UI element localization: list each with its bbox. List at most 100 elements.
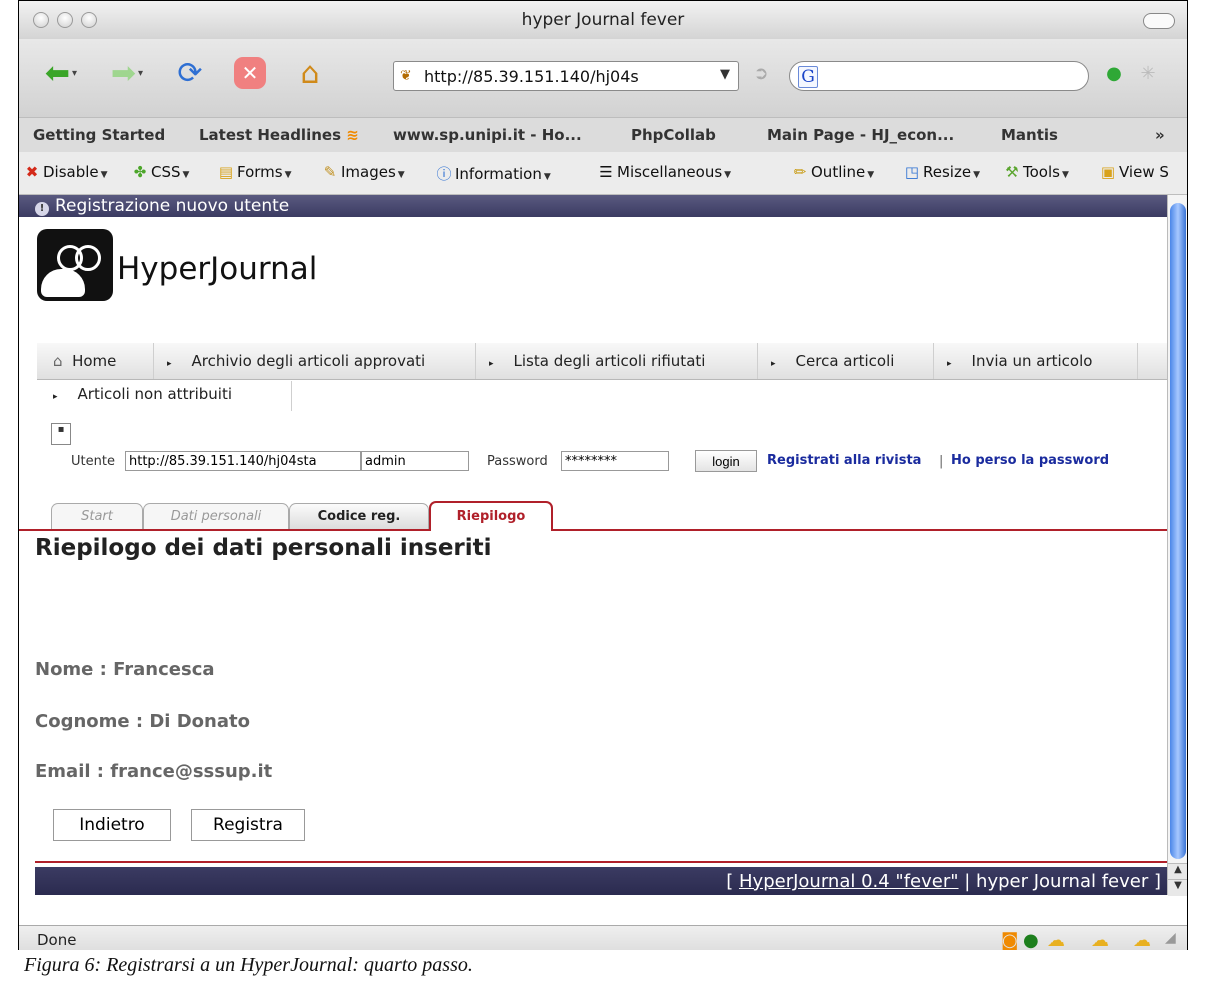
bookmark-sp-unipi[interactable]: www.sp.unipi.it - Ho...: [393, 126, 582, 144]
footer-hyperjournal-link[interactable]: HyperJournal 0.4 "fever": [739, 871, 959, 892]
addon-status-icon[interactable]: ●: [1099, 53, 1129, 93]
search-field[interactable]: G: [789, 61, 1089, 91]
home-icon: ⌂: [300, 55, 320, 91]
devbar-tools-label: Tools: [1023, 163, 1060, 181]
devbar-tools-menu[interactable]: ⚒ Tools ▼: [1003, 163, 1069, 181]
devbar-images-menu[interactable]: ✎ Images ▼: [321, 163, 405, 181]
username-input[interactable]: [361, 451, 469, 471]
user-label: Utente: [71, 454, 115, 469]
summary-email: Email : france@sssup.it: [35, 761, 273, 782]
login-button[interactable]: login: [695, 450, 757, 472]
devbar-images-label: Images: [341, 163, 396, 181]
stop-icon: ✕: [234, 57, 266, 89]
status-bar: Done ◙ ● ☁ ☁ ☁ ◢: [19, 925, 1187, 950]
rss-feed-icon: ≋: [341, 126, 359, 144]
site-brand-name: HyperJournal: [117, 251, 318, 287]
menu-item-rifiutati-label: Lista degli articoli rifiutati: [513, 352, 706, 370]
menu-item-non-attribuiti[interactable]: ▸ Articoli non attribuiti: [53, 385, 232, 403]
address-bar[interactable]: ❦ http://85.39.151.140/hj04s ▼: [393, 61, 739, 91]
reload-button[interactable]: ⟳: [165, 53, 215, 93]
lost-password-link[interactable]: Ho perso la password: [951, 453, 1109, 468]
rss-feed-icon[interactable]: ◙: [1001, 930, 1018, 950]
devbar-outline-menu[interactable]: ✏ Outline ▼: [791, 163, 874, 181]
devbar-miscellaneous-menu[interactable]: ☰ Miscellaneous ▼: [597, 163, 731, 181]
web-developer-toolbar: ✖ Disable ▼ ✤ CSS ▼ ▤ Forms ▼ ✎ Images ▼ ⓘ Inform…: [19, 152, 1187, 195]
devbar-view-source-menu[interactable]: ▣ View S: [1099, 163, 1169, 181]
page-header-title: Registrazione nuovo utente: [55, 196, 290, 216]
resize-grip-icon[interactable]: ◢: [1165, 930, 1176, 950]
devbar-css-label: CSS: [151, 163, 181, 181]
bookmark-mantis[interactable]: Mantis: [1001, 126, 1058, 144]
registration-steps-tabs: Start Dati personali Codice reg. Riepilo…: [19, 495, 1167, 531]
devbar-disable-menu[interactable]: ✖ Disable ▼: [23, 163, 108, 181]
menu-item-cerca-label: Cerca articoli: [795, 352, 895, 370]
bookmark-getting-started[interactable]: Getting Started: [33, 126, 165, 144]
triangle-right-icon: ▸: [167, 359, 172, 369]
menu-item-cerca[interactable]: ▸ Cerca articoli: [771, 352, 894, 370]
weather-sun-cloud-icon[interactable]: ☁: [1133, 930, 1151, 950]
green-status-icon[interactable]: ●: [1023, 930, 1039, 950]
scroll-down-arrow-icon[interactable]: ▼: [1168, 879, 1187, 896]
bookmark-phpcollab[interactable]: PhpCollab: [631, 126, 716, 144]
triangle-right-icon: ▸: [489, 359, 494, 369]
weather-sun-cloud-icon[interactable]: ☁: [1047, 930, 1065, 950]
site-menu-second-row: ▸ Articoli non attribuiti: [37, 381, 292, 411]
devbar-view-source-label: View S: [1119, 163, 1169, 181]
menu-item-home-label: Home: [72, 352, 117, 370]
menu-item-rifiutati[interactable]: ▸ Lista degli articoli rifiutati: [489, 352, 705, 370]
site-main-menu: ⌂ Home ▸ Archivio degli articoli approvat…: [37, 343, 1167, 380]
link-separator: |: [939, 454, 944, 469]
title-bar: hyper Journal fever: [19, 1, 1187, 40]
tab-dati-personali[interactable]: Dati personali: [143, 503, 289, 529]
devbar-outline-label: Outline: [811, 163, 866, 181]
google-search-engine-icon[interactable]: G: [798, 66, 818, 88]
stop-button[interactable]: ✕: [225, 53, 275, 93]
information-icon: ⓘ: [436, 165, 452, 183]
css-icon: ✤: [133, 163, 147, 181]
disable-icon: ✖: [25, 163, 39, 181]
site-favicon-icon: ❦: [400, 68, 412, 84]
forward-arrow-icon: ➡: [110, 55, 137, 91]
scrollbar-thumb[interactable]: [1170, 203, 1186, 859]
menu-item-invia-label: Invia un articolo: [971, 352, 1093, 370]
bookmarks-overflow-chevron[interactable]: »: [1155, 126, 1165, 144]
devbar-css-menu[interactable]: ✤ CSS ▼: [131, 163, 190, 181]
menu-item-archivio[interactable]: ▸ Archivio degli articoli approvati: [167, 352, 425, 370]
home-button[interactable]: ⌂: [285, 53, 335, 93]
weather-sun-cloud-icon[interactable]: ☁: [1091, 930, 1109, 950]
outline-icon: ✏: [793, 163, 807, 181]
home-page-icon: ⌂: [53, 352, 63, 370]
back-step-button[interactable]: Indietro: [53, 809, 171, 841]
page-footer: [ HyperJournal 0.4 "fever" | hyper Journ…: [35, 867, 1167, 895]
devbar-information-menu[interactable]: ⓘ Information ▼: [435, 163, 550, 184]
bookmark-main-page[interactable]: Main Page - HJ_econ...: [767, 126, 954, 144]
summary-nome: Nome : Francesca: [35, 659, 215, 680]
menu-item-invia[interactable]: ▸ Invia un articolo: [947, 352, 1092, 370]
back-button[interactable]: ⬅ ▾: [33, 53, 89, 93]
openid-input[interactable]: [125, 451, 361, 471]
devbar-resize-label: Resize: [923, 163, 972, 181]
url-history-dropdown-icon[interactable]: ▼: [720, 67, 730, 82]
miscellaneous-icon: ☰: [599, 163, 613, 181]
tab-riepilogo[interactable]: Riepilogo: [429, 501, 553, 531]
register-button[interactable]: Registra: [191, 809, 305, 841]
devbar-forms-label: Forms: [237, 163, 283, 181]
scroll-up-arrow-icon[interactable]: ▲: [1168, 863, 1187, 880]
go-button[interactable]: ➲: [747, 53, 775, 93]
tab-start[interactable]: Start: [51, 503, 143, 529]
forward-button[interactable]: ➡ ▾: [99, 53, 155, 93]
page-content: ! Registrazione nuovo utente HyperJournal…: [19, 195, 1167, 895]
menu-item-home[interactable]: ⌂ Home: [53, 352, 116, 370]
menu-item-non-attribuiti-label: Articoli non attribuiti: [77, 385, 233, 403]
vertical-scrollbar[interactable]: ▲ ▼: [1167, 195, 1187, 896]
footer-open-bracket: [: [726, 871, 734, 892]
reload-icon: ⟳: [177, 55, 203, 91]
tab-codice-reg[interactable]: Codice reg.: [289, 503, 429, 529]
devbar-resize-menu[interactable]: ◳ Resize ▼: [903, 163, 980, 181]
devbar-forms-menu[interactable]: ▤ Forms ▼: [217, 163, 292, 181]
password-input[interactable]: [561, 451, 669, 471]
toolbar-toggle-button[interactable]: [1143, 13, 1175, 29]
bookmark-latest-headlines[interactable]: Latest Headlines ≋: [199, 126, 359, 144]
images-icon: ✎: [323, 163, 337, 181]
register-link[interactable]: Registrati alla rivista: [767, 453, 921, 468]
